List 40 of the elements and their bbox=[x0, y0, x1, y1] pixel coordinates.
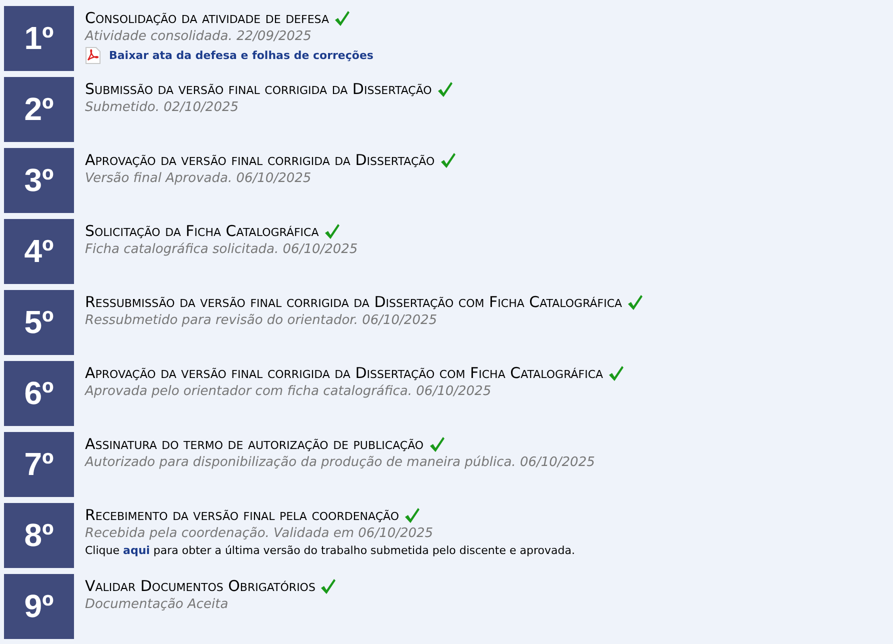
check-icon bbox=[404, 506, 420, 524]
step-title: Validar Documentos Obrigatórios bbox=[85, 577, 316, 595]
check-icon bbox=[627, 294, 644, 310]
step-title: Solicitação da Ficha Catalográfica bbox=[85, 222, 319, 240]
check-icon bbox=[334, 10, 350, 26]
check-icon bbox=[324, 222, 340, 240]
step-number: 9º bbox=[4, 574, 74, 639]
step-status: Aprovada pelo orientador com ficha catalográfica. 06/10/2025 bbox=[85, 384, 492, 399]
check-icon bbox=[440, 152, 456, 168]
step-title: Assinatura do termo de autorização de publicação bbox=[85, 435, 424, 453]
step-number: 8º bbox=[4, 503, 74, 568]
step-number: 5º bbox=[4, 290, 74, 355]
step-status: Recebida pela coordenação. Validada em 06/10/2025 bbox=[85, 526, 434, 541]
step-status: Ficha catalográfica solicitada. 06/10/2025 bbox=[85, 242, 358, 257]
check-icon bbox=[436, 80, 453, 98]
step-status: Autorizado para disponibilização da produção de maneira pública. 06/10/2025 bbox=[85, 455, 595, 470]
here-link[interactable]: aqui bbox=[123, 544, 150, 557]
step-number: 6º bbox=[4, 361, 74, 426]
step-title: Submissão da versão final corrigida da Dissertação bbox=[85, 80, 432, 98]
pdf-icon bbox=[85, 47, 101, 64]
step-title: Consolidação da atividade de defesa bbox=[85, 9, 329, 27]
step-number: 1º bbox=[4, 6, 74, 71]
step-title: Recebimento da versão final pela coordenação bbox=[85, 506, 400, 524]
step-status: Submetido. 02/10/2025 bbox=[85, 100, 240, 115]
step-number: 7º bbox=[4, 432, 74, 497]
check-icon bbox=[320, 578, 336, 594]
check-icon bbox=[608, 364, 624, 382]
step-status: Atividade consolidada. 22/09/2025 bbox=[85, 29, 312, 44]
step-number: 4º bbox=[4, 219, 74, 284]
step-status: Versão final Aprovada. 06/10/2025 bbox=[85, 171, 312, 186]
download-link[interactable]: Baixar ata da defesa e folhas de correções bbox=[109, 49, 374, 62]
step-title: Aprovação da versão final corrigida da Dissertação com Ficha Catalográfica bbox=[85, 364, 604, 382]
step-number: 2º bbox=[4, 77, 74, 142]
step-number: 3º bbox=[4, 148, 74, 213]
check-icon bbox=[428, 436, 445, 452]
step-title: Ressubmissão da versão final corrigida da Dissertação com Ficha Catalográfica bbox=[85, 293, 622, 311]
step-status: Documentação Aceita bbox=[85, 597, 230, 612]
step-title: Aprovação da versão final corrigida da Dissertação bbox=[85, 151, 435, 169]
step-status: Ressubmetido para revisão do orientador. 06/10/2025 bbox=[85, 313, 438, 328]
note-text: Clique aqui para obter a última versão do trabalho submetida pelo discente e aprovada. bbox=[85, 544, 575, 557]
